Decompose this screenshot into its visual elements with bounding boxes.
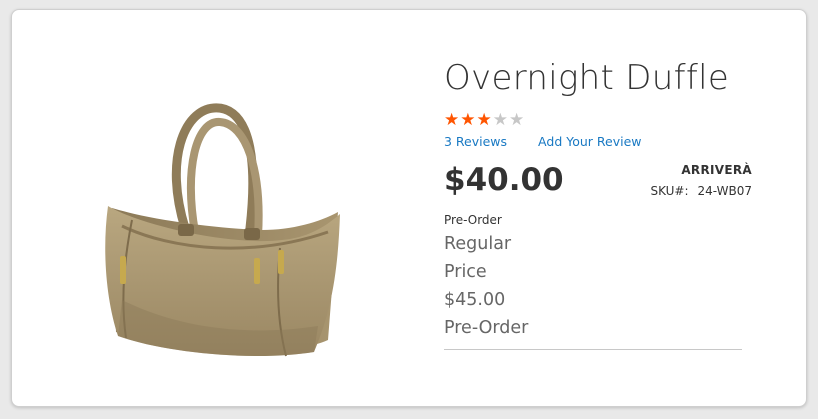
sku-label: SKU#: [650, 184, 689, 199]
final-price: $40.00 [444, 162, 564, 199]
product-title: Overnight Duffle [444, 58, 730, 98]
product-info: Overnight Duffle ★ ★ ★ ★ ★ 3 Reviews Add… [444, 58, 754, 351]
product-image[interactable] [92, 100, 352, 370]
regular-price-amount: $45.00 [444, 290, 506, 311]
price-row: $40.00 ARRIVERÀ SKU#: 24-WB07 [444, 161, 754, 207]
regular-price-note: Pre-Order [444, 318, 529, 339]
divider [444, 349, 742, 351]
regular-price-label-line1: Regular [444, 234, 512, 255]
rating-stars: ★ ★ ★ ★ ★ [444, 111, 754, 129]
product-card: Overnight Duffle ★ ★ ★ ★ ★ 3 Reviews Add… [11, 9, 807, 407]
sku-value: 24-WB07 [697, 184, 752, 199]
star-filled-icon: ★ [444, 109, 460, 130]
review-links: 3 Reviews Add Your Review [444, 134, 754, 149]
reviews-count-link[interactable]: 3 Reviews [444, 134, 507, 149]
regular-price-label-line2: Price [444, 262, 487, 283]
star-empty-icon: ★ [492, 109, 508, 130]
star-filled-icon: ★ [476, 109, 492, 130]
add-review-link[interactable]: Add Your Review [538, 134, 641, 149]
regular-price-block: Regular Price $45.00 Pre-Order [444, 231, 754, 343]
stock-status: ARRIVERÀ [681, 163, 752, 178]
price-note: Pre-Order [444, 213, 502, 228]
sku: SKU#: 24-WB07 [650, 184, 752, 198]
star-empty-icon: ★ [509, 109, 525, 130]
star-filled-icon: ★ [460, 109, 476, 130]
duffle-bag-icon [105, 103, 341, 357]
